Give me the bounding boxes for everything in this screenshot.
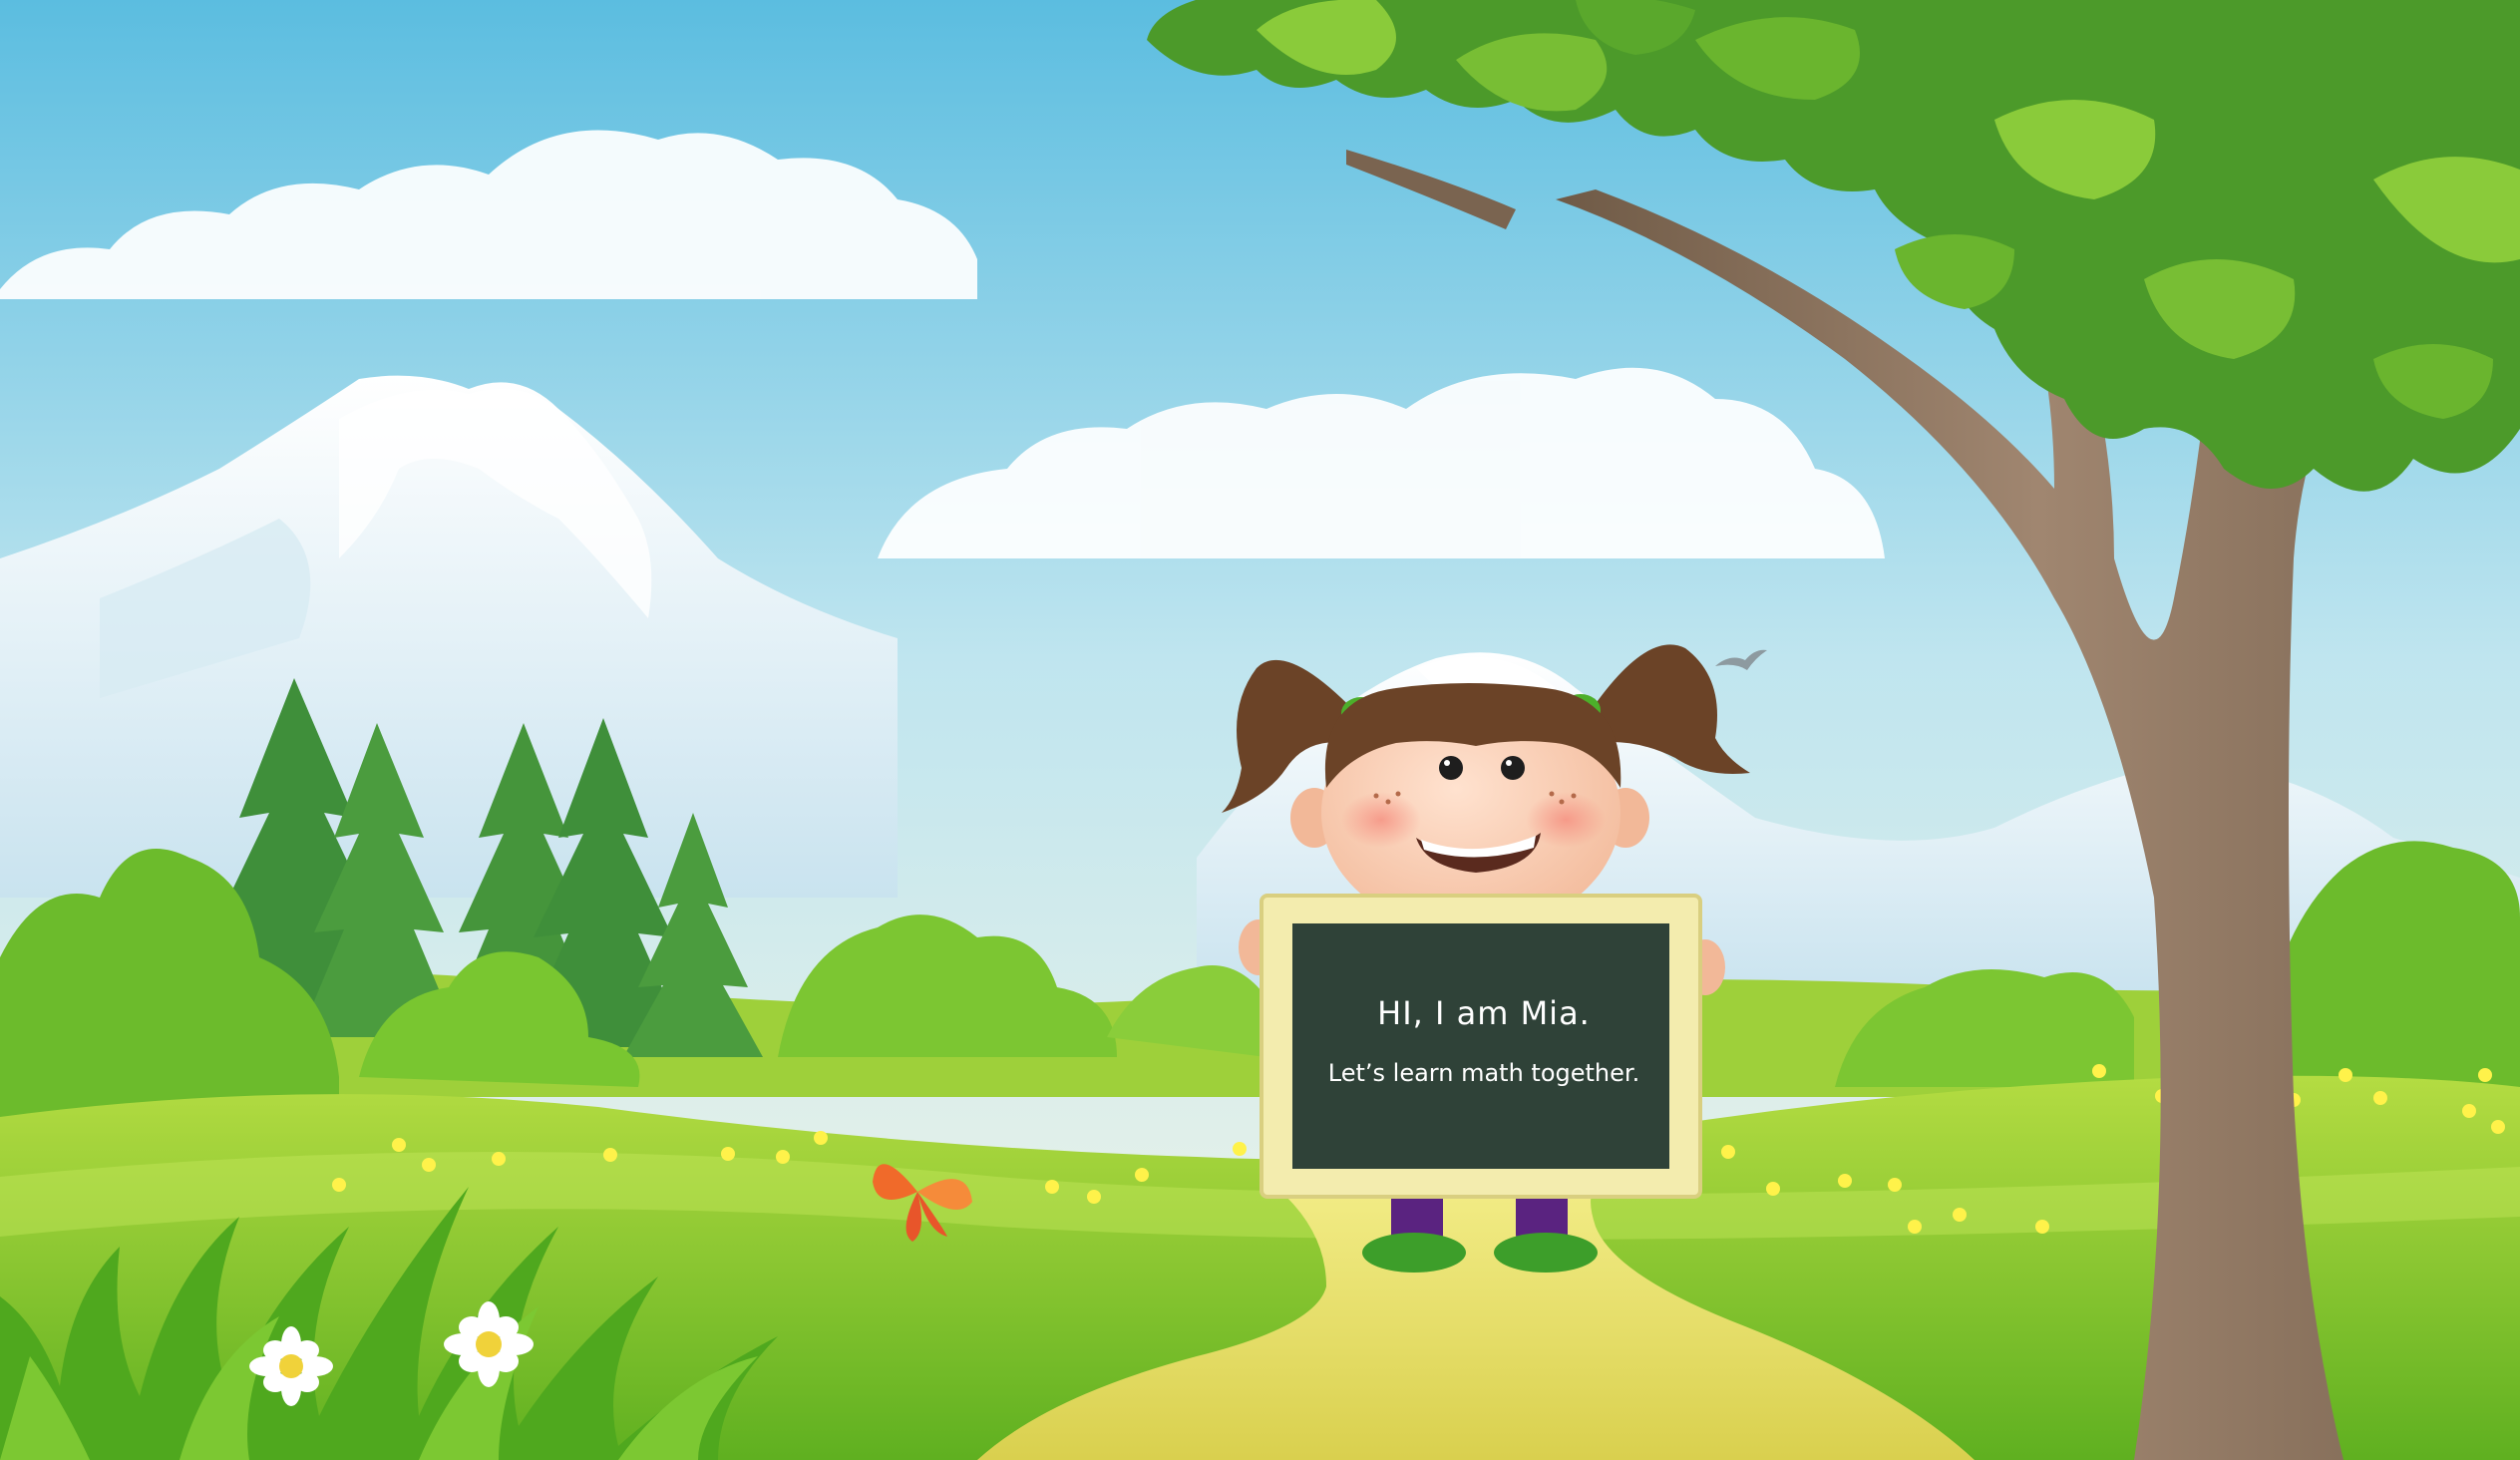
right-shoe: [1494, 1233, 1598, 1273]
greeting-text: HI, I am Mia.: [1377, 994, 1591, 1032]
left-shoe: [1362, 1233, 1466, 1273]
chalkboard-text: HI, I am Mia. Let’s learn math together.: [1294, 927, 1673, 1157]
scene: HI, I am Mia. Let’s learn math together.: [0, 0, 2520, 1460]
landscape-illustration: [0, 0, 2520, 1460]
invitation-text: Let’s learn math together.: [1327, 1059, 1640, 1087]
